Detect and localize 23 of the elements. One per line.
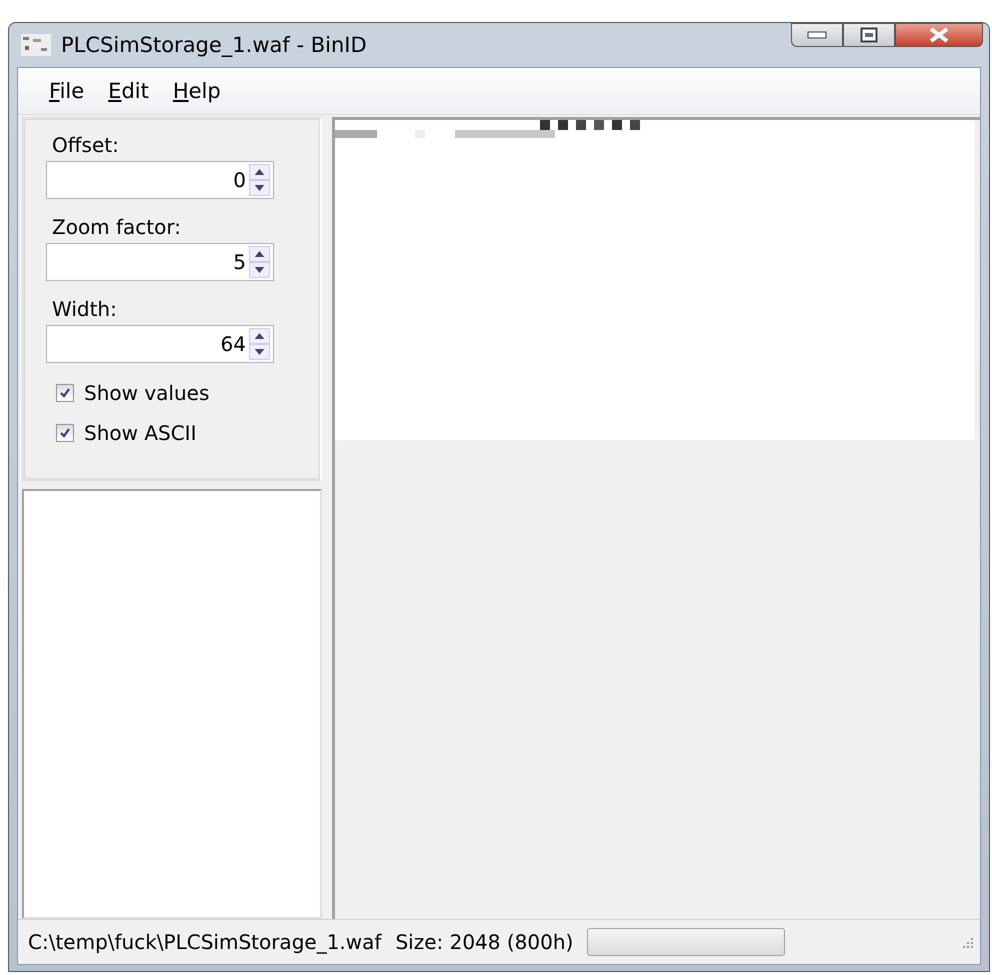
field-label: Zoom factor: [52, 215, 182, 239]
menu-item[interactable]: Edit [99, 75, 158, 107]
resize-grip-icon[interactable] [960, 935, 974, 949]
field-label: Width: [52, 297, 118, 321]
checkbox[interactable] [56, 424, 74, 442]
file-size: Size: 2048 (800h) [395, 930, 574, 954]
minimize-icon [807, 31, 827, 39]
checkbox[interactable] [56, 384, 74, 402]
maximize-button[interactable] [843, 23, 895, 47]
window-title: PLCSimStorage_1.waf - BinID [61, 33, 367, 57]
close-icon [928, 27, 950, 43]
checkbox-label: Show values [84, 381, 210, 405]
minimize-button[interactable] [791, 23, 843, 47]
menu-item[interactable]: File [40, 75, 94, 107]
app-icon [21, 34, 51, 56]
check-icon [59, 387, 71, 399]
field-label: Offset: [52, 133, 120, 157]
close-button[interactable] [895, 23, 983, 47]
check-icon [59, 427, 71, 439]
maximize-icon [860, 27, 878, 43]
menu-item[interactable]: Help [164, 75, 230, 107]
file-path: C:\temp\fuck\PLCSimStorage_1.waf [28, 930, 382, 954]
checkbox-label: Show ASCII [84, 421, 196, 445]
